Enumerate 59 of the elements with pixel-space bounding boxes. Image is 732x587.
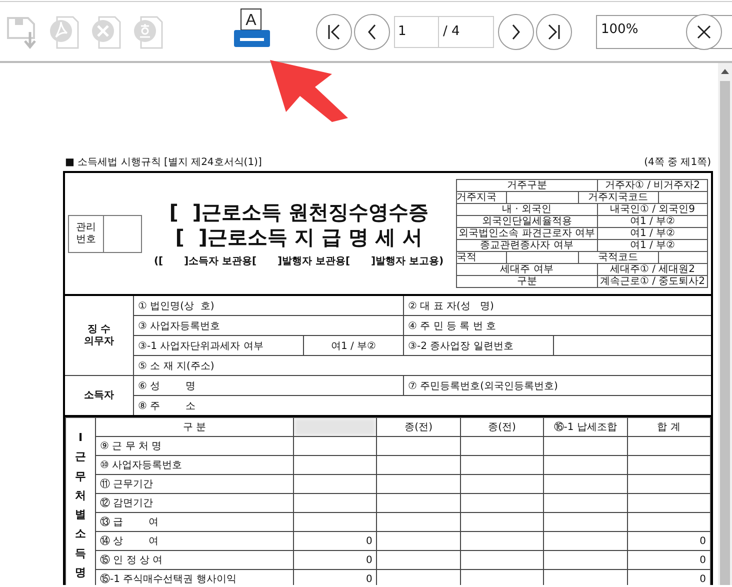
column-header: 구 분 bbox=[96, 418, 294, 436]
field-label: ⑤ 소 재 지(주소) bbox=[137, 360, 216, 374]
page-total: / 4 bbox=[442, 24, 460, 39]
field-label: ⑥ 성 명 bbox=[134, 376, 404, 395]
page-note: (4쪽 중 제1쪽) bbox=[644, 156, 711, 169]
column-header: 합 계 bbox=[627, 418, 710, 436]
table-cell: 0 bbox=[627, 550, 710, 570]
field-label: ⑦ 주민등록번호(외국인등록번호) bbox=[407, 380, 559, 394]
page-field[interactable]: 1 / 4 bbox=[394, 16, 494, 48]
field-label: ③-2 종사업장 일련번호 bbox=[404, 336, 554, 355]
table-cell: 국적 bbox=[456, 252, 507, 263]
copy-purpose-text: ([ ]소득자 보관용[ ]발행자 보관용[ ]발행자 보고용) bbox=[154, 254, 444, 268]
column-header: ⑯-1 납세조합 bbox=[544, 418, 628, 436]
table-cell: 거주지국 bbox=[456, 192, 507, 203]
table-cell: 여1 / 부② bbox=[597, 216, 708, 228]
section-label: I근무처별소득명 bbox=[75, 430, 86, 581]
table-cell: 여1 / 부② bbox=[597, 240, 708, 252]
table-cell: 거주자① / 비거주자2 bbox=[597, 180, 708, 192]
section-label: 소득자 bbox=[65, 376, 134, 415]
management-number-label: 관리 번호 bbox=[69, 216, 104, 252]
field-label: ② 대 표 자(성 명) bbox=[407, 300, 495, 314]
page-number: 1 bbox=[395, 16, 439, 46]
row-label: ⑫ 감면기간 bbox=[96, 494, 294, 512]
row-label: ⑪ 근무기간 bbox=[96, 474, 294, 494]
field-label: ④ 주 민 등 록 번 호 bbox=[407, 320, 498, 334]
table-cell: 0 bbox=[627, 532, 710, 550]
table-cell: 거주구분 bbox=[456, 180, 598, 192]
form-title: [ ]근로소득 지 급 명 세 서 bbox=[175, 224, 422, 250]
table-cell: 0 bbox=[294, 532, 377, 550]
field-label: ③ 사업자등록번호 bbox=[134, 316, 404, 335]
table-cell: 세대주① / 세대원2 bbox=[597, 264, 708, 276]
table-cell: 구분 bbox=[456, 276, 598, 288]
table-cell: 종교관련종사자 여부 bbox=[456, 240, 598, 252]
table-cell: 세대주 여부 bbox=[456, 264, 598, 276]
section-label: 징 수 의무자 bbox=[65, 296, 134, 375]
row-label: ⑬ 급 여 bbox=[96, 512, 294, 532]
table-cell: 계속근로① / 중도퇴사2 bbox=[597, 276, 708, 288]
row-label: ⑩ 사업자등록번호 bbox=[96, 456, 294, 474]
table-cell: 0 bbox=[294, 550, 377, 570]
row-label: ⑨ 근 무 처 명 bbox=[96, 436, 294, 456]
row-label: ⑭ 상 여 bbox=[96, 532, 294, 550]
table-cell: 거주지국코드 bbox=[578, 192, 659, 203]
zoom-value: 100% bbox=[601, 20, 640, 36]
form-title: [ ]근로소득 원천징수영수증 bbox=[169, 200, 428, 224]
column-header: 종(전) bbox=[376, 418, 460, 436]
row-label: ⑮ 인 정 상 여 bbox=[96, 550, 294, 570]
zoom-field[interactable]: 100% bbox=[596, 14, 732, 48]
table-cell: 여1 / 부② bbox=[597, 228, 708, 240]
table-cell: 외국인단일세율적용 bbox=[456, 216, 598, 228]
column-header: 종(전) bbox=[460, 418, 544, 436]
field-label: ⑧ 주 소 bbox=[137, 400, 197, 414]
table-cell: 내 · 외국인 bbox=[456, 204, 598, 216]
regulation-text: ■ 소득세법 시행규칙 [별지 제24호서식(1)] bbox=[65, 156, 262, 169]
table-cell: 외국법인소속 파견근로자 여부 bbox=[456, 228, 598, 240]
field-value: 여1 / 부② bbox=[304, 336, 404, 355]
field-label: ③-1 사업자단위과세자 여부 bbox=[134, 336, 304, 355]
table-cell: 내국인① / 외국인9 bbox=[597, 204, 708, 216]
table-cell: 국적코드 bbox=[578, 252, 659, 263]
field-label: ① 법인명(상 호) bbox=[134, 296, 404, 315]
